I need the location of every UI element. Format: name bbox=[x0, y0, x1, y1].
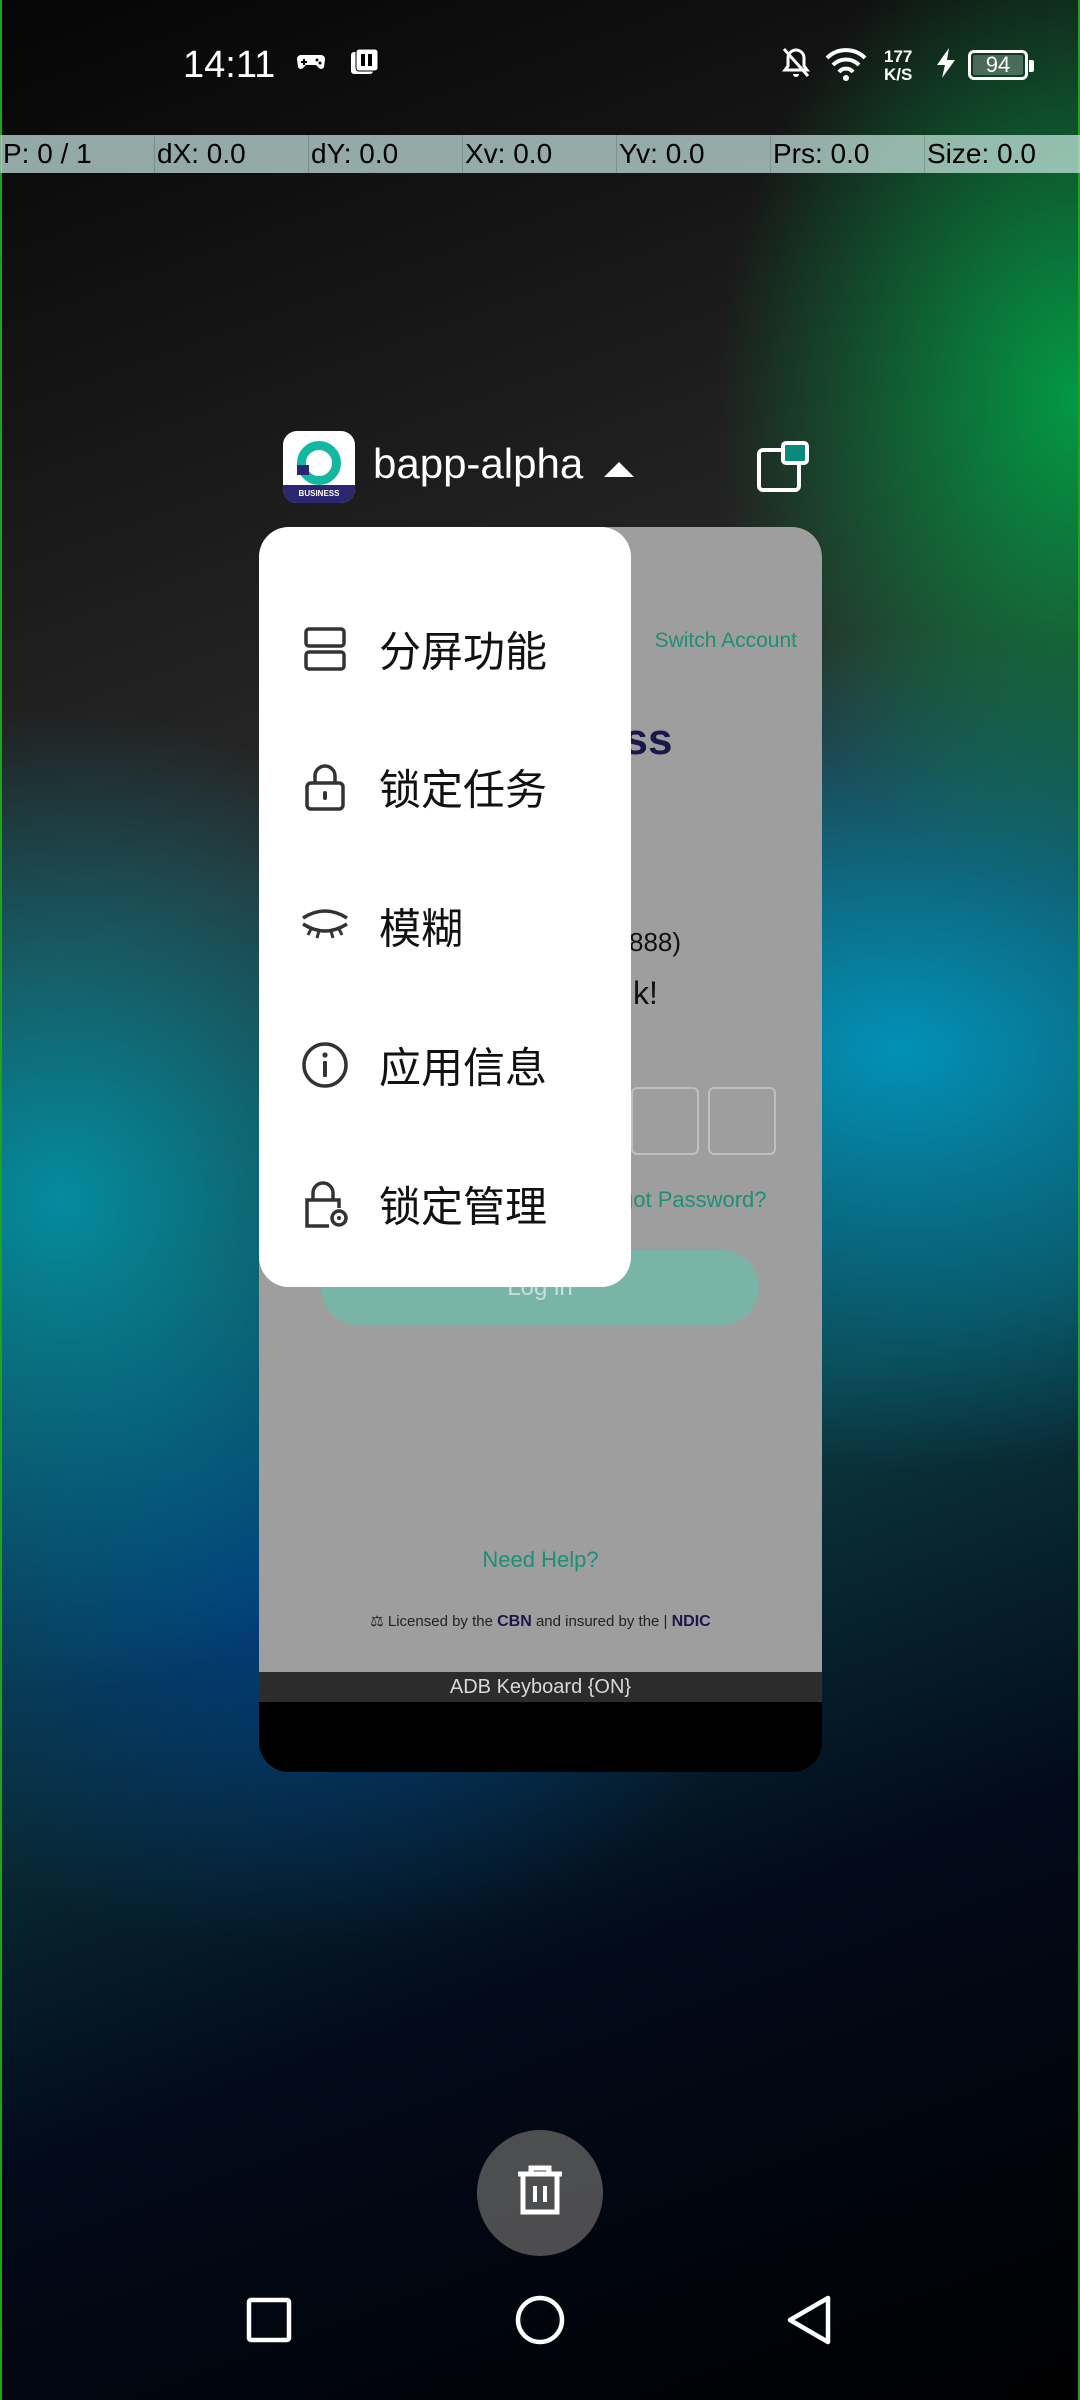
network-speed-value: 177 bbox=[884, 47, 913, 66]
recents-square-icon[interactable] bbox=[240, 2290, 300, 2350]
keyboard-status-bar: ADB Keyboard {ON} bbox=[259, 1672, 822, 1702]
pointer-xv: Xv: 0.0 bbox=[462, 135, 616, 173]
small-window-icon[interactable] bbox=[756, 440, 810, 494]
menu-item-label: 应用信息 bbox=[379, 1043, 548, 1093]
preview-number: 888) bbox=[629, 927, 682, 957]
clear-recents-button[interactable] bbox=[477, 2130, 603, 2256]
preview-welcome: k! bbox=[633, 975, 658, 1011]
menu-item-label: 模糊 bbox=[379, 904, 464, 954]
menu-item-app-info[interactable]: 应用信息 bbox=[259, 996, 631, 1134]
menu-item-label: 分屏功能 bbox=[379, 627, 548, 677]
wifi-icon bbox=[825, 48, 867, 81]
bell-muted-icon bbox=[782, 48, 810, 77]
forgot-password-link: got Password? bbox=[621, 1187, 767, 1212]
switch-account-link: Switch Account bbox=[654, 629, 797, 652]
battery-indicator: 94 bbox=[968, 50, 1034, 80]
app-icon-badge: BUSINESS bbox=[283, 485, 355, 503]
license-text-2: and insured by the | bbox=[535, 1613, 668, 1630]
closed-eye-icon bbox=[302, 909, 348, 939]
lock-settings-icon bbox=[305, 1181, 348, 1228]
menu-item-label: 锁定任务 bbox=[379, 765, 548, 815]
status-bar: 14:11 177 K/S 94 bbox=[0, 0, 1080, 130]
split-screen-icon bbox=[304, 627, 346, 671]
pointer-dy: dY: 0.0 bbox=[308, 135, 462, 173]
menu-item-lock-task[interactable]: 锁定任务 bbox=[259, 718, 631, 856]
app-title[interactable]: bapp-alpha bbox=[373, 440, 583, 488]
ndic-logo: NDIC bbox=[671, 1613, 711, 1630]
pointer-pressure: Prs: 0.0 bbox=[770, 135, 924, 173]
battery-level: 94 bbox=[985, 52, 1011, 77]
info-icon bbox=[302, 1042, 348, 1088]
menu-item-split-screen[interactable]: 分屏功能 bbox=[259, 580, 631, 718]
lock-icon bbox=[305, 764, 345, 811]
home-circle-icon[interactable] bbox=[510, 2290, 570, 2350]
gamepad-icon bbox=[297, 55, 325, 69]
pointer-size: Size: 0.0 bbox=[924, 135, 1078, 173]
menu-item-lock-management[interactable]: 锁定管理 bbox=[259, 1135, 631, 1273]
app-notification-icon bbox=[351, 48, 379, 74]
need-help-link: Need Help? bbox=[482, 1547, 599, 1572]
network-speed: 177 K/S bbox=[884, 48, 912, 84]
back-triangle-icon[interactable] bbox=[780, 2290, 840, 2350]
menu-item-blur[interactable]: 模糊 bbox=[259, 857, 631, 995]
license-footer: ⚖ Licensed by the CBN and insured by the… bbox=[259, 1612, 822, 1631]
app-icon[interactable]: BUSINESS bbox=[283, 431, 355, 503]
status-time: 14:11 bbox=[183, 44, 276, 86]
left-edge-line bbox=[0, 0, 2, 2400]
trash-icon bbox=[518, 2165, 562, 2215]
charging-bolt-icon bbox=[937, 48, 955, 78]
pointer-location-bar: P: 0 / 1 dX: 0.0 dY: 0.0 Xv: 0.0 Yv: 0.0… bbox=[0, 135, 1080, 173]
pointer-dx: dX: 0.0 bbox=[154, 135, 308, 173]
license-crest-icon: ⚖ bbox=[370, 1613, 384, 1630]
license-text-1: Licensed by the bbox=[387, 1613, 493, 1630]
pin-box bbox=[708, 1087, 776, 1155]
network-speed-unit: K/S bbox=[884, 65, 913, 84]
menu-item-label: 锁定管理 bbox=[379, 1182, 548, 1232]
caret-up-icon[interactable] bbox=[604, 462, 634, 477]
pin-box bbox=[631, 1087, 699, 1155]
pointer-count: P: 0 / 1 bbox=[0, 135, 154, 173]
recent-app-menu: 分屏功能 锁定任务 模糊 应用信息 锁定管理 bbox=[259, 527, 631, 1287]
pointer-yv: Yv: 0.0 bbox=[616, 135, 770, 173]
cbn-logo: CBN bbox=[497, 1613, 532, 1630]
